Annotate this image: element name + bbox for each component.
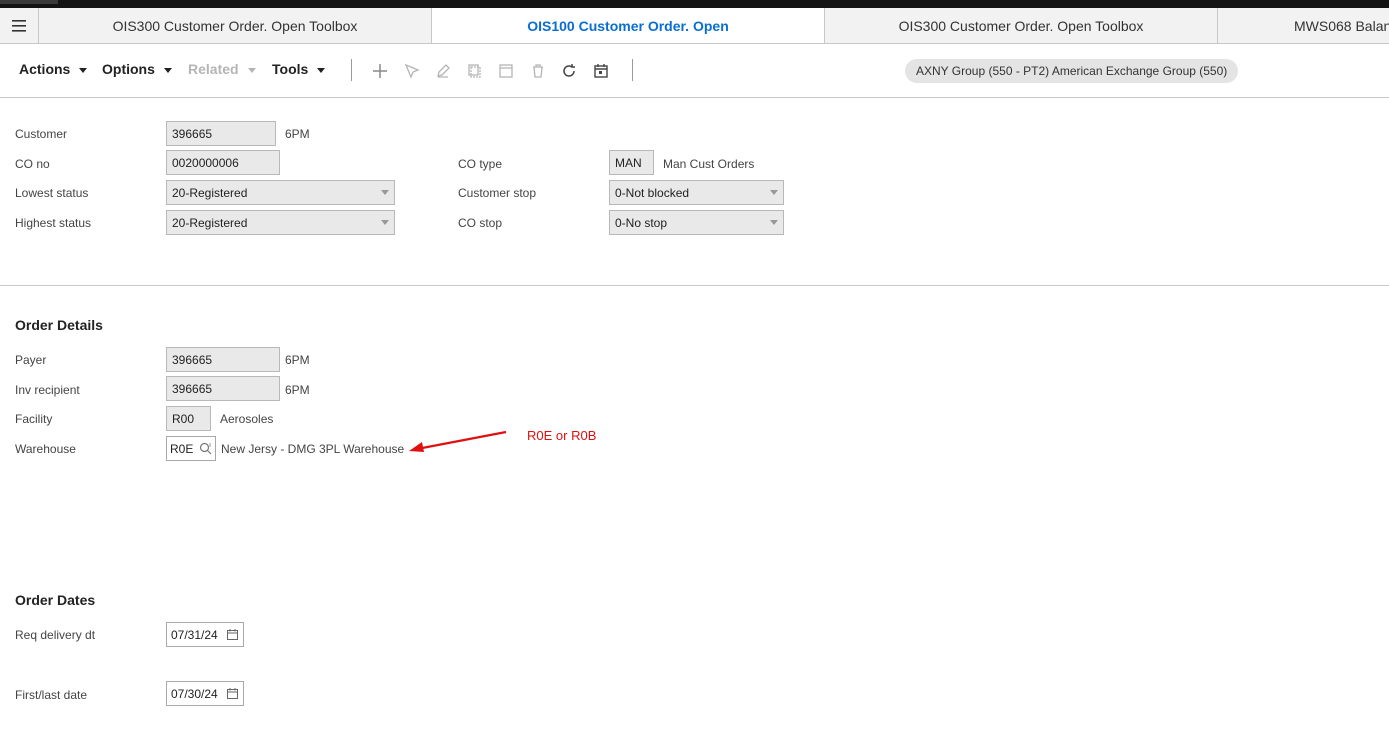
inv-recipient-label: Inv recipient bbox=[15, 383, 80, 397]
plus-icon bbox=[373, 64, 387, 78]
caret-down-icon bbox=[317, 67, 326, 73]
chevron-down-icon bbox=[381, 190, 389, 195]
toolbar: Actions Options Related Tools AXNY Group… bbox=[0, 44, 1389, 98]
first-last-value: 07/30/24 bbox=[171, 686, 218, 701]
co-type-label: CO type bbox=[458, 157, 503, 171]
calendar-button[interactable] bbox=[592, 62, 610, 80]
highest-status-value: 20-Registered bbox=[172, 215, 248, 230]
co-type-field[interactable]: MAN bbox=[609, 150, 654, 175]
customer-stop-label: Customer stop bbox=[458, 186, 537, 200]
customer-stop-dropdown[interactable]: 0-Not blocked bbox=[609, 180, 784, 205]
facility-description: Aerosoles bbox=[220, 412, 274, 426]
toolbar-separator bbox=[351, 59, 352, 81]
inv-recipient-description: 6PM bbox=[285, 383, 310, 397]
company-context-pill[interactable]: AXNY Group (550 - PT2) American Exchange… bbox=[905, 59, 1239, 83]
refresh-icon bbox=[563, 64, 575, 77]
customer-stop-value: 0-Not blocked bbox=[615, 185, 690, 200]
req-delivery-label: Req delivery dt bbox=[15, 628, 96, 642]
tab-ois100[interactable]: OIS100 Customer Order. Open bbox=[432, 8, 825, 43]
select-button[interactable] bbox=[403, 62, 421, 80]
add-button[interactable] bbox=[371, 62, 389, 80]
actions-menu-label: Actions bbox=[19, 61, 71, 77]
co-no-field[interactable]: 0020000006 bbox=[166, 150, 280, 175]
related-menu[interactable]: Related bbox=[188, 61, 256, 77]
payer-label: Payer bbox=[15, 353, 47, 367]
warehouse-description: New Jersy - DMG 3PL Warehouse bbox=[221, 442, 405, 456]
warehouse-label: Warehouse bbox=[15, 442, 76, 456]
co-stop-dropdown[interactable]: 0-No stop bbox=[609, 210, 784, 235]
order-details-title: Order Details bbox=[15, 317, 103, 333]
chevron-down-icon bbox=[381, 220, 389, 225]
panel-icon bbox=[499, 64, 513, 78]
facility-field[interactable]: R00 bbox=[166, 406, 211, 431]
lowest-status-value: 20-Registered bbox=[172, 185, 248, 200]
lowest-status-dropdown[interactable]: 20-Registered bbox=[166, 180, 395, 205]
tab-ois300-2[interactable]: OIS300 Customer Order. Open Toolbox bbox=[825, 8, 1218, 43]
calendar-icon bbox=[594, 64, 608, 78]
hamburger-menu-button[interactable] bbox=[0, 8, 39, 43]
actions-menu[interactable]: Actions bbox=[19, 61, 88, 77]
search-icon[interactable] bbox=[199, 442, 212, 455]
warehouse-field[interactable]: R0E bbox=[166, 436, 216, 461]
facility-label: Facility bbox=[15, 412, 53, 426]
delete-button[interactable] bbox=[529, 62, 547, 80]
edit-icon bbox=[437, 64, 450, 78]
req-delivery-value: 07/31/24 bbox=[171, 627, 218, 642]
copy-icon bbox=[468, 64, 481, 78]
tools-menu-label: Tools bbox=[272, 61, 309, 77]
refresh-button[interactable] bbox=[560, 62, 578, 80]
panel-button[interactable] bbox=[497, 62, 515, 80]
co-no-label: CO no bbox=[15, 157, 50, 171]
inv-recipient-field[interactable]: 396665 bbox=[166, 376, 280, 401]
caret-down-icon bbox=[163, 67, 172, 73]
calendar-icon[interactable] bbox=[227, 688, 238, 699]
highest-status-label: Highest status bbox=[15, 216, 92, 230]
section-divider bbox=[0, 285, 1389, 286]
customer-field[interactable]: 396665 bbox=[166, 121, 276, 146]
copy-button[interactable] bbox=[466, 62, 484, 80]
customer-description: 6PM bbox=[285, 127, 310, 141]
tools-menu[interactable]: Tools bbox=[272, 61, 326, 77]
chevron-down-icon bbox=[770, 190, 778, 195]
lowest-status-label: Lowest status bbox=[15, 186, 89, 200]
options-menu-label: Options bbox=[102, 61, 155, 77]
delete-icon bbox=[533, 64, 543, 78]
related-menu-label: Related bbox=[188, 61, 239, 77]
caret-down-icon bbox=[247, 67, 256, 73]
calendar-icon[interactable] bbox=[227, 629, 238, 640]
co-stop-value: 0-No stop bbox=[615, 215, 668, 230]
req-delivery-date-field[interactable]: 07/31/24 bbox=[166, 622, 244, 647]
select-icon bbox=[404, 63, 420, 79]
annotation-text: R0E or R0B bbox=[527, 428, 597, 443]
chevron-down-icon bbox=[770, 220, 778, 225]
payer-description: 6PM bbox=[285, 353, 310, 367]
hamburger-icon bbox=[12, 20, 26, 32]
warehouse-value: R0E bbox=[170, 441, 194, 456]
edit-button[interactable] bbox=[434, 62, 452, 80]
tab-ois300-1[interactable]: OIS300 Customer Order. Open Toolbox bbox=[39, 8, 432, 43]
window-top-bar bbox=[0, 0, 1389, 8]
window-top-bar-nub bbox=[0, 0, 58, 4]
first-last-date-label: First/last date bbox=[15, 688, 88, 702]
tab-bar: OIS300 Customer Order. Open Toolbox OIS1… bbox=[0, 8, 1389, 44]
co-stop-label: CO stop bbox=[458, 216, 503, 230]
first-last-date-field[interactable]: 07/30/24 bbox=[166, 681, 244, 706]
order-dates-title: Order Dates bbox=[15, 592, 96, 608]
caret-down-icon bbox=[79, 67, 88, 73]
co-type-description: Man Cust Orders bbox=[663, 157, 755, 171]
annotation-arrow bbox=[409, 430, 507, 452]
customer-label: Customer bbox=[15, 127, 68, 141]
payer-field[interactable]: 396665 bbox=[166, 347, 280, 372]
options-menu[interactable]: Options bbox=[102, 61, 172, 77]
highest-status-dropdown[interactable]: 20-Registered bbox=[166, 210, 395, 235]
toolbar-separator bbox=[632, 59, 633, 81]
tab-mws068[interactable]: MWS068 Balance bbox=[1218, 8, 1389, 43]
